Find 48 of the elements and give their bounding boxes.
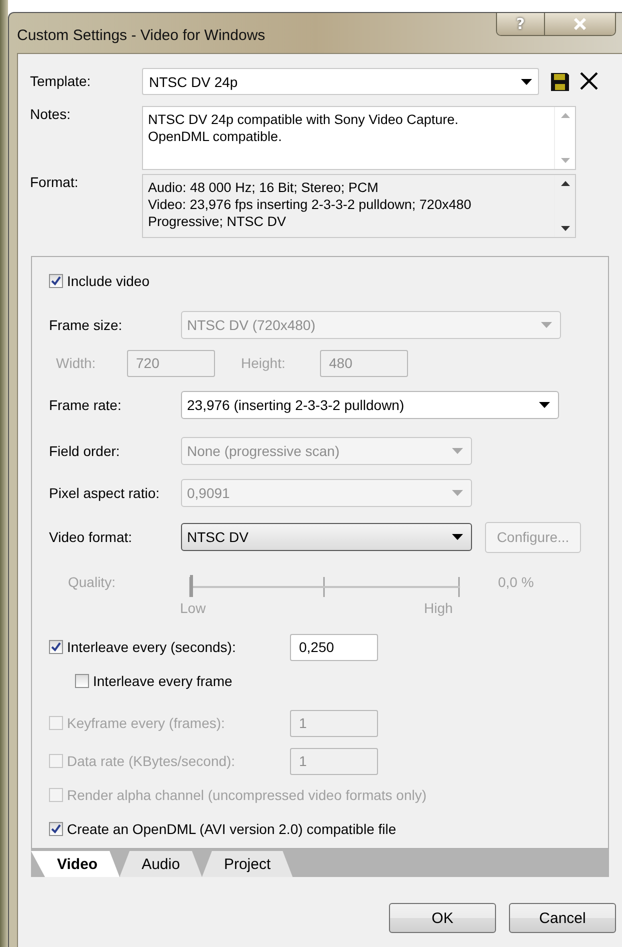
dropdown-arrow-icon [452, 490, 463, 496]
checkbox-label: Interleave every frame [93, 673, 232, 689]
dropdown-arrow-icon [452, 534, 463, 540]
tab[interactable]: Video [31, 851, 120, 877]
checkbox-label: Interleave every (seconds): [67, 639, 237, 655]
checkbox-label: Render alpha channel (uncompressed video formats only) [67, 787, 427, 803]
window-title: Custom Settings - Video for Windows [17, 26, 266, 44]
dropdown-arrow-icon [452, 448, 463, 454]
checkbox-label: Keyframe every (frames): [67, 715, 226, 731]
checkbox[interactable] [49, 274, 63, 288]
field-label: Field order: [49, 443, 121, 459]
checkbox-label: Include video [67, 273, 150, 289]
dropdown-arrow-icon [539, 402, 550, 408]
delete-icon[interactable] [580, 72, 598, 90]
dropdown[interactable]: NTSC DV [181, 523, 472, 551]
field-label: Width: [56, 355, 97, 371]
close-icon [573, 18, 587, 30]
dialog-button[interactable]: Cancel [509, 903, 616, 933]
format-textarea: Audio: 48 000 Hz; 16 Bit; Stereo; PCM Video: 23,976 fps inserting 2-3-3-2 pulldown; 720x480 Progressive; NTSC DV [142, 174, 576, 238]
template-dropdown[interactable]: NTSC DV 24p [142, 68, 539, 95]
slider-label: High [424, 600, 453, 616]
field-label: Template: [29, 72, 92, 91]
save-icon[interactable] [550, 72, 570, 92]
input-field[interactable]: 0,250 [290, 634, 378, 660]
quality-reading: 0,0 % [498, 574, 534, 590]
checkbox[interactable] [49, 822, 63, 836]
field-label: Frame size: [49, 317, 124, 333]
field-label: Height: [241, 355, 286, 371]
slider-label: Low [180, 600, 207, 616]
checkbox-label: Create an OpenDML (AVI version 2.0) compatible file [67, 821, 396, 837]
field-label: Video format: [49, 529, 134, 545]
checkbox[interactable] [49, 640, 63, 654]
field-label: Quality: [67, 574, 116, 590]
field-label: Notes: [29, 106, 72, 122]
dropdown[interactable]: 23,976 (inserting 2-3-3-2 pulldown) [181, 391, 559, 419]
dropdown-arrow-icon [541, 322, 552, 328]
dialog-button[interactable]: OK [389, 903, 496, 933]
scroll-up-icon[interactable] [560, 181, 570, 186]
tab[interactable]: Audio [120, 851, 202, 877]
close-button[interactable] [545, 13, 615, 35]
field-label: Pixel aspect ratio: [49, 485, 160, 501]
scroll-down-icon[interactable] [560, 226, 570, 231]
checkbox-label: Data rate (KBytes/second): [67, 753, 236, 769]
dropdown-arrow-icon [521, 78, 532, 84]
tab[interactable]: Project [202, 851, 293, 877]
field-label: Frame rate: [49, 397, 122, 413]
checkbox[interactable] [75, 674, 89, 688]
field-label: Format: [29, 174, 80, 190]
